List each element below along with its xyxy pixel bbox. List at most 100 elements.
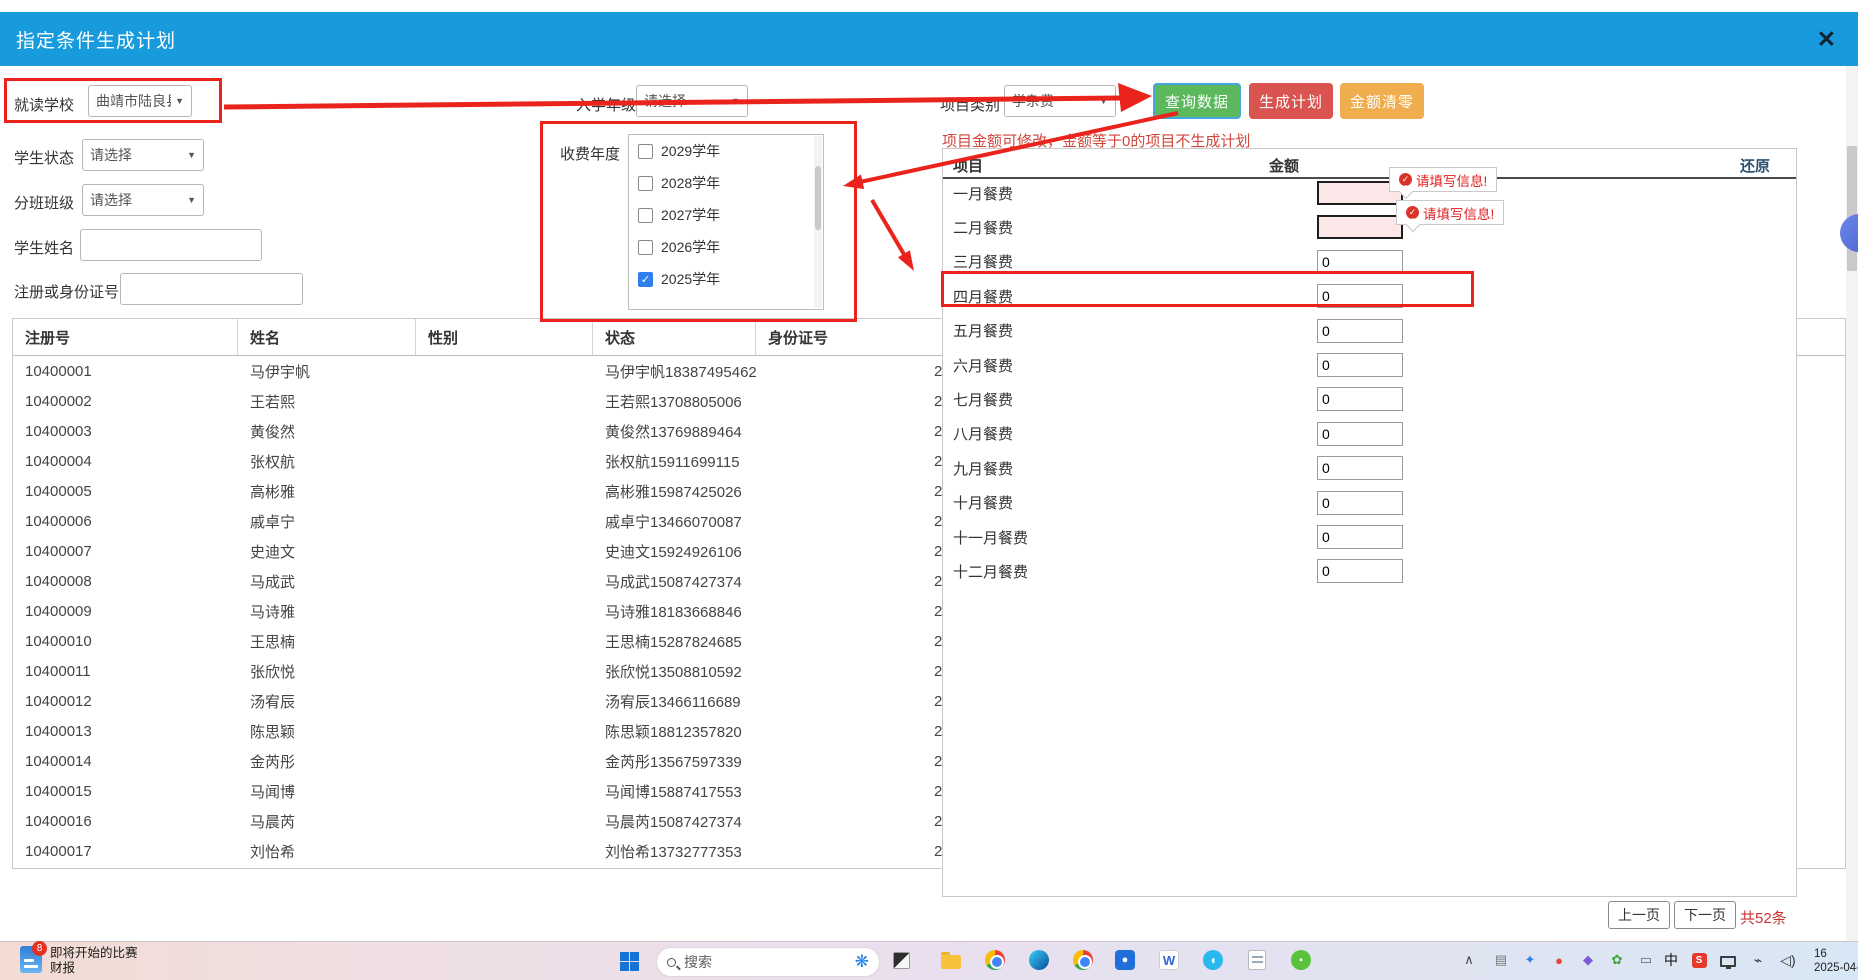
fee-year-option[interactable]: 2028学年 — [629, 167, 823, 199]
amount-row: 一月餐费 — [943, 176, 1796, 210]
fee-year-option[interactable]: 2029学年 — [629, 135, 823, 167]
search-placeholder: 搜索 — [684, 952, 855, 972]
notepad-icon[interactable] — [1246, 949, 1268, 971]
student-name-input[interactable] — [80, 229, 262, 261]
amount-input[interactable] — [1317, 559, 1403, 583]
cell-status: 金芮彤13567597339 — [593, 746, 756, 776]
cell-reg: 10400003 — [13, 416, 238, 446]
fee-year-option[interactable]: 2026学年 — [629, 231, 823, 263]
cell-status: 马晨芮15087427374 — [593, 806, 756, 836]
amount-input[interactable] — [1317, 319, 1403, 343]
generate-plan-button[interactable]: 生成计划 — [1249, 83, 1333, 119]
task-view-icon[interactable] — [890, 949, 912, 971]
checkbox[interactable] — [638, 176, 653, 191]
scrollbar-thumb[interactable] — [1847, 146, 1857, 271]
checkbox[interactable] — [638, 240, 653, 255]
widgets-item[interactable]: 8 即将开始的比赛 财报 — [20, 946, 138, 976]
amount-panel: 项目 金额 还原 一月餐费 二月餐费 三月餐费 — [942, 148, 1797, 897]
floating-helper-button[interactable] — [1840, 214, 1858, 252]
amount-input[interactable] — [1317, 491, 1403, 515]
fee-year-options: 2029学年 2028学年 2027学年 2026学年 — [629, 135, 823, 295]
tray-icon-4[interactable]: ◆ — [1579, 949, 1597, 971]
amount-row-label: 七月餐费 — [953, 389, 1013, 410]
ime-indicator[interactable]: 中 — [1662, 949, 1680, 971]
checkbox[interactable] — [638, 144, 653, 159]
item-category-select[interactable]: 学杂费 ▼ — [1004, 85, 1116, 117]
tray-icon-2[interactable]: ✦ — [1521, 949, 1539, 971]
fee-year-option[interactable]: 2025学年 — [629, 263, 823, 295]
tray-icon-3[interactable]: ● — [1550, 949, 1568, 971]
cell-gender — [416, 686, 593, 716]
taskbar-clock[interactable]: 16 2025-04- — [1814, 947, 1858, 975]
amount-input[interactable] — [1317, 422, 1403, 446]
cell-reg: 10400008 — [13, 566, 238, 596]
start-button[interactable] — [620, 952, 639, 971]
amount-row: 十二月餐费 — [943, 554, 1796, 588]
page-scrollbar[interactable] — [1846, 66, 1858, 941]
wps-icon[interactable]: W — [1158, 949, 1180, 971]
listbox-scrollbar[interactable] — [814, 136, 822, 308]
browser-icon[interactable] — [1072, 949, 1094, 971]
query-data-button[interactable]: 查询数据 — [1153, 83, 1241, 119]
notification-badge: 8 — [32, 941, 47, 956]
cell-name: 刘怡希 — [238, 836, 416, 866]
amount-clear-button[interactable]: 金额清零 — [1340, 83, 1424, 119]
next-page-button[interactable]: 下一页 — [1674, 901, 1736, 929]
annotation-arrow-to-april — [872, 200, 914, 271]
fee-year-option[interactable]: 2027学年 — [629, 199, 823, 231]
amount-input[interactable] — [1317, 525, 1403, 549]
chrome-icon[interactable] — [984, 949, 1006, 971]
student-status-label: 学生状态 — [14, 147, 74, 168]
sogou-icon[interactable]: S — [1690, 949, 1708, 971]
reg-or-id-input[interactable] — [120, 273, 303, 305]
student-status-select[interactable]: 请选择 ▼ — [82, 139, 204, 171]
grade-select[interactable]: 请选择 ▼ — [636, 85, 748, 117]
tray-icon-1[interactable]: ▤ — [1492, 949, 1510, 971]
cyan-browser-icon[interactable]: ◖ — [1202, 949, 1224, 971]
prev-page-button[interactable]: 上一页 — [1608, 901, 1670, 929]
amount-row: 六月餐费 — [943, 348, 1796, 382]
school-select[interactable]: 曲靖市陆良县中 ▼ — [88, 85, 192, 117]
volume-icon[interactable]: ◁) — [1778, 949, 1798, 971]
cell-status: 陈思颖18812357820 — [593, 716, 756, 746]
tray-icon-5[interactable]: ✿ — [1608, 949, 1626, 971]
network-icon[interactable]: ⌁ — [1748, 949, 1768, 971]
tray-chevron-up-icon[interactable]: ∧ — [1460, 949, 1478, 971]
amount-input[interactable] — [1317, 284, 1403, 308]
amount-row-label: 一月餐费 — [953, 183, 1013, 204]
green-app-icon[interactable]: ▪ — [1290, 949, 1312, 971]
amount-row-label: 五月餐费 — [953, 320, 1013, 341]
blue-app-icon[interactable]: ● — [1114, 949, 1136, 971]
cell-reg: 10400001 — [13, 356, 238, 386]
cell-reg: 10400006 — [13, 506, 238, 536]
amount-row: 五月餐费 — [943, 314, 1796, 348]
cell-reg: 10400017 — [13, 836, 238, 866]
cell-name: 陈思颖 — [238, 716, 416, 746]
amount-input[interactable] — [1317, 250, 1403, 274]
amount-rows: 一月餐费 二月餐费 三月餐费 四月餐费 — [943, 176, 1796, 589]
cell-gender — [416, 806, 593, 836]
modal-title: 指定条件生成计划 — [16, 26, 176, 53]
display-icon[interactable] — [1718, 949, 1738, 971]
cell-status: 马伊宇帆18387495462 — [593, 356, 756, 386]
amount-input[interactable] — [1317, 387, 1403, 411]
cell-status: 汤宥辰13466116689 — [593, 686, 756, 716]
close-icon[interactable]: ✕ — [1817, 26, 1836, 53]
cell-status: 高彬雅15987425026 — [593, 476, 756, 506]
amount-row: 七月餐费 — [943, 382, 1796, 416]
cell-status: 王若熙13708805006 — [593, 386, 756, 416]
amount-row-label: 六月餐费 — [953, 355, 1013, 376]
amount-input[interactable] — [1317, 353, 1403, 377]
amount-input[interactable] — [1317, 456, 1403, 480]
edge-icon[interactable] — [1028, 949, 1050, 971]
checkbox[interactable] — [638, 272, 653, 287]
class-select[interactable]: 请选择 ▼ — [82, 184, 204, 216]
amount-row: 九月餐费 — [943, 451, 1796, 485]
cell-status: 王思楠15287824685 — [593, 626, 756, 656]
checkbox[interactable] — [638, 208, 653, 223]
restore-link[interactable]: 还原 — [1740, 155, 1770, 176]
taskbar-search[interactable]: 搜索 ❋ — [656, 947, 880, 977]
amount-input[interactable] — [1317, 215, 1403, 239]
file-explorer-icon[interactable] — [940, 949, 962, 971]
tray-icon-6[interactable]: ▭ — [1637, 949, 1655, 971]
